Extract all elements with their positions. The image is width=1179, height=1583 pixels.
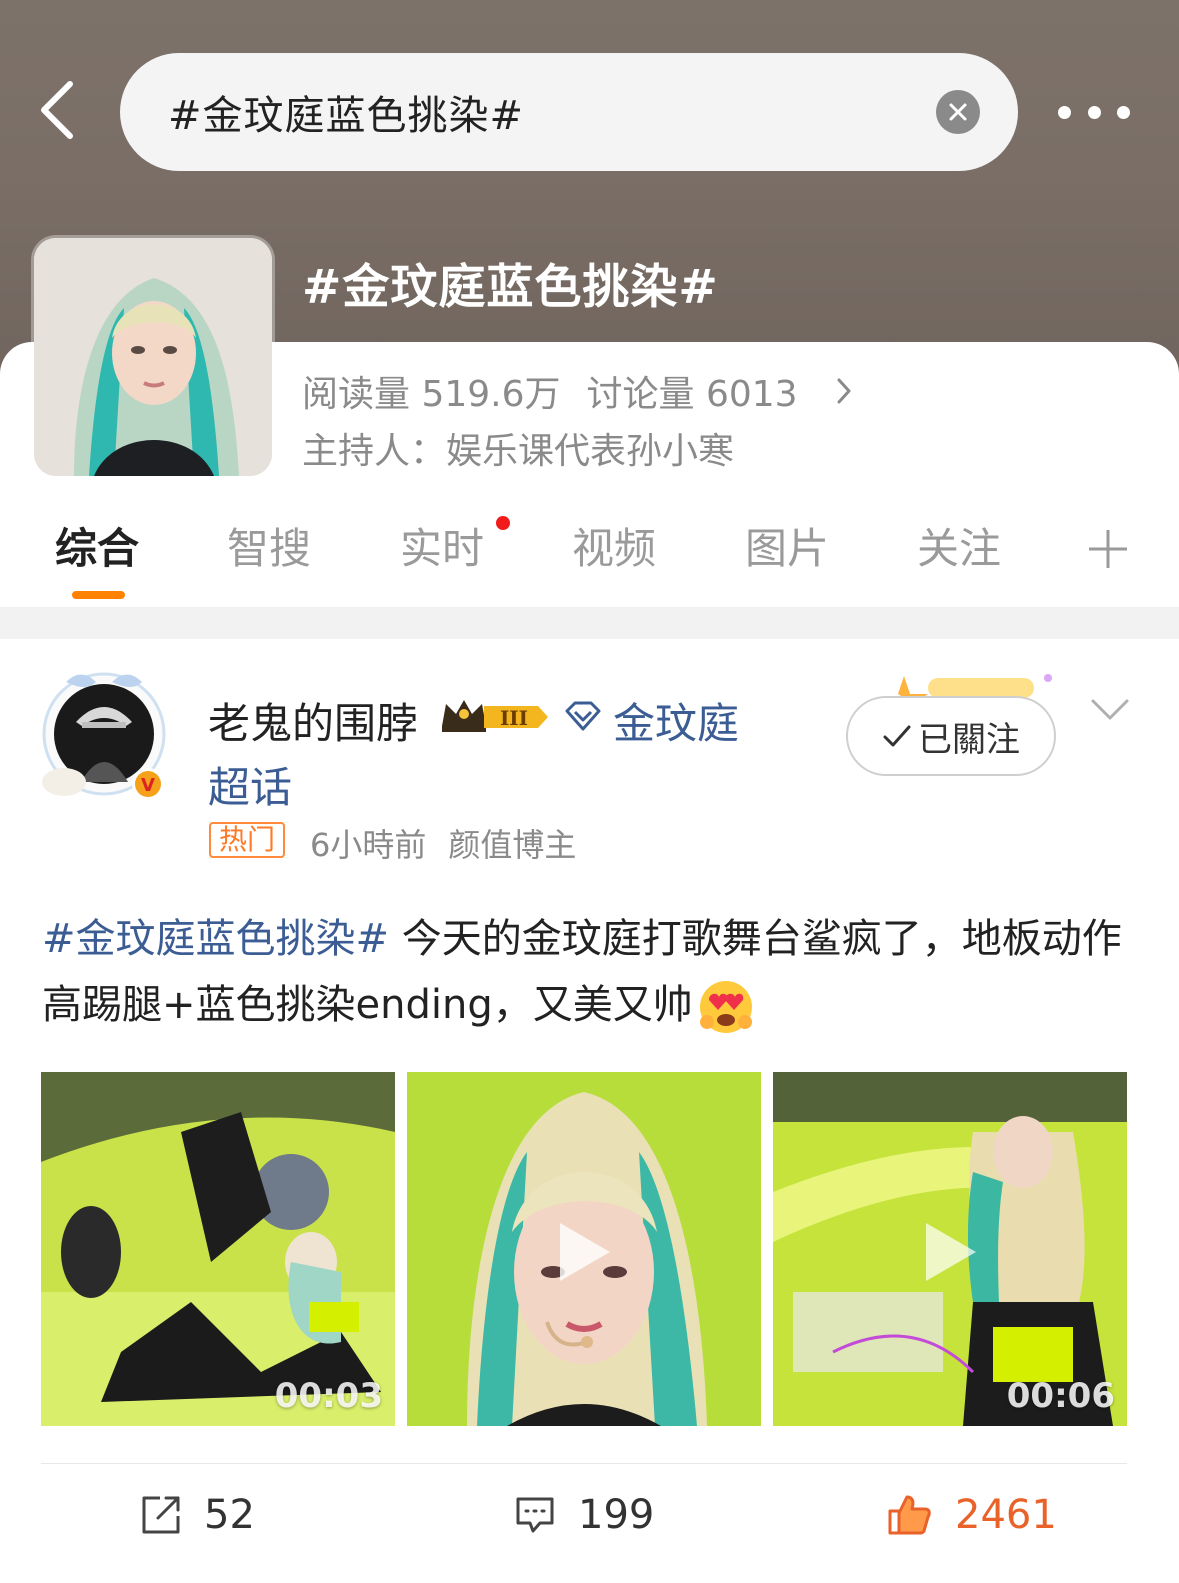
thumbs-up-icon	[888, 1495, 931, 1535]
add-tab-icon[interactable]	[1087, 528, 1129, 570]
like-count: 2461	[955, 1492, 1057, 1538]
topic-cover-image[interactable]	[34, 238, 272, 476]
hot-badge: 热门	[209, 822, 286, 858]
more-dot-icon	[1117, 105, 1130, 119]
more-options-button[interactable]	[1058, 96, 1130, 128]
heart-eyes-emoji-icon	[699, 981, 752, 1033]
chevron-right-icon	[837, 378, 851, 404]
search-input[interactable]: #金玟庭蓝色挑染#	[120, 53, 1018, 171]
video-thumbnail[interactable]: 00:03	[41, 1072, 395, 1426]
video-thumbnail[interactable]	[407, 1072, 761, 1426]
section-divider	[0, 607, 1179, 639]
follow-label: 已關注	[918, 719, 1020, 760]
repost-button[interactable]: 52	[140, 1492, 255, 1538]
post-author-name[interactable]: 老鬼的围脖	[208, 690, 418, 751]
svg-text:V: V	[141, 775, 155, 796]
close-icon	[949, 103, 967, 121]
active-tab-indicator	[72, 591, 125, 599]
comment-button[interactable]: 199	[514, 1492, 654, 1538]
chevron-down-icon[interactable]	[1090, 696, 1130, 724]
super-topic-link[interactable]: 金玟庭	[613, 690, 739, 751]
topic-title: #金玟庭蓝色挑染#	[302, 260, 719, 315]
level-badge-text: III	[500, 706, 528, 730]
author-role: 颜值博主	[448, 826, 577, 864]
post-hashtag-link[interactable]: #金玟庭蓝色挑染#	[42, 916, 389, 962]
tab-video[interactable]: 视频	[572, 515, 656, 576]
avatar[interactable]: V	[36, 662, 172, 802]
tab-realtime[interactable]: 实时	[400, 515, 484, 576]
topic-host[interactable]: 主持人：娱乐课代表孙小寒	[302, 422, 734, 474]
play-icon	[560, 1223, 610, 1281]
repost-count: 52	[204, 1492, 255, 1538]
tab-following[interactable]: 关注	[917, 515, 1001, 576]
more-dot-icon	[1087, 105, 1101, 119]
comment-count: 199	[578, 1492, 655, 1538]
post-time: 6小時前	[310, 826, 427, 864]
clear-search-button[interactable]	[936, 90, 980, 134]
topic-stats[interactable]: 阅读量 519.6万 讨论量 6013	[302, 365, 852, 417]
dance-stage-illustration	[41, 1072, 395, 1426]
like-button[interactable]: 2461	[887, 1492, 1057, 1538]
tab-smart-search[interactable]: 智搜	[227, 515, 311, 576]
read-count: 阅读量 519.6万	[302, 374, 561, 415]
back-arrow-icon	[41, 81, 73, 139]
search-query-text: #金玟庭蓝色挑染#	[168, 93, 525, 139]
action-divider	[41, 1463, 1127, 1464]
video-duration: 00:03	[274, 1376, 383, 1416]
tab-images[interactable]: 图片	[745, 515, 829, 576]
diamond-icon	[565, 701, 601, 731]
video-thumbnail[interactable]: 00:06	[773, 1072, 1127, 1426]
back-button[interactable]	[30, 80, 82, 140]
post-meta: 6小時前 颜值博主	[310, 820, 576, 866]
more-dot-icon	[1058, 105, 1071, 119]
follow-button[interactable]: 已關注	[846, 696, 1056, 776]
comment-icon	[516, 1497, 554, 1533]
crown-level-badge-icon: III	[442, 700, 548, 732]
tab-comprehensive[interactable]: 综合	[55, 515, 139, 576]
post-text: #金玟庭蓝色挑染# 今天的金玟庭打歌舞台鲨疯了，地板动作高踢腿+蓝色挑染endi…	[42, 906, 1132, 1038]
checkmark-icon	[883, 725, 911, 747]
discussion-count: 讨论量 6013	[586, 374, 798, 415]
realtime-notification-dot	[496, 516, 510, 530]
video-duration: 00:06	[1006, 1376, 1115, 1416]
repost-icon	[142, 1496, 180, 1534]
portrait-illustration	[34, 238, 272, 476]
play-icon	[926, 1223, 976, 1281]
super-topic-link-continued[interactable]: 超话	[208, 754, 292, 815]
tab-bar: 综合 智搜 实时 视频 图片 关注	[0, 515, 1179, 605]
